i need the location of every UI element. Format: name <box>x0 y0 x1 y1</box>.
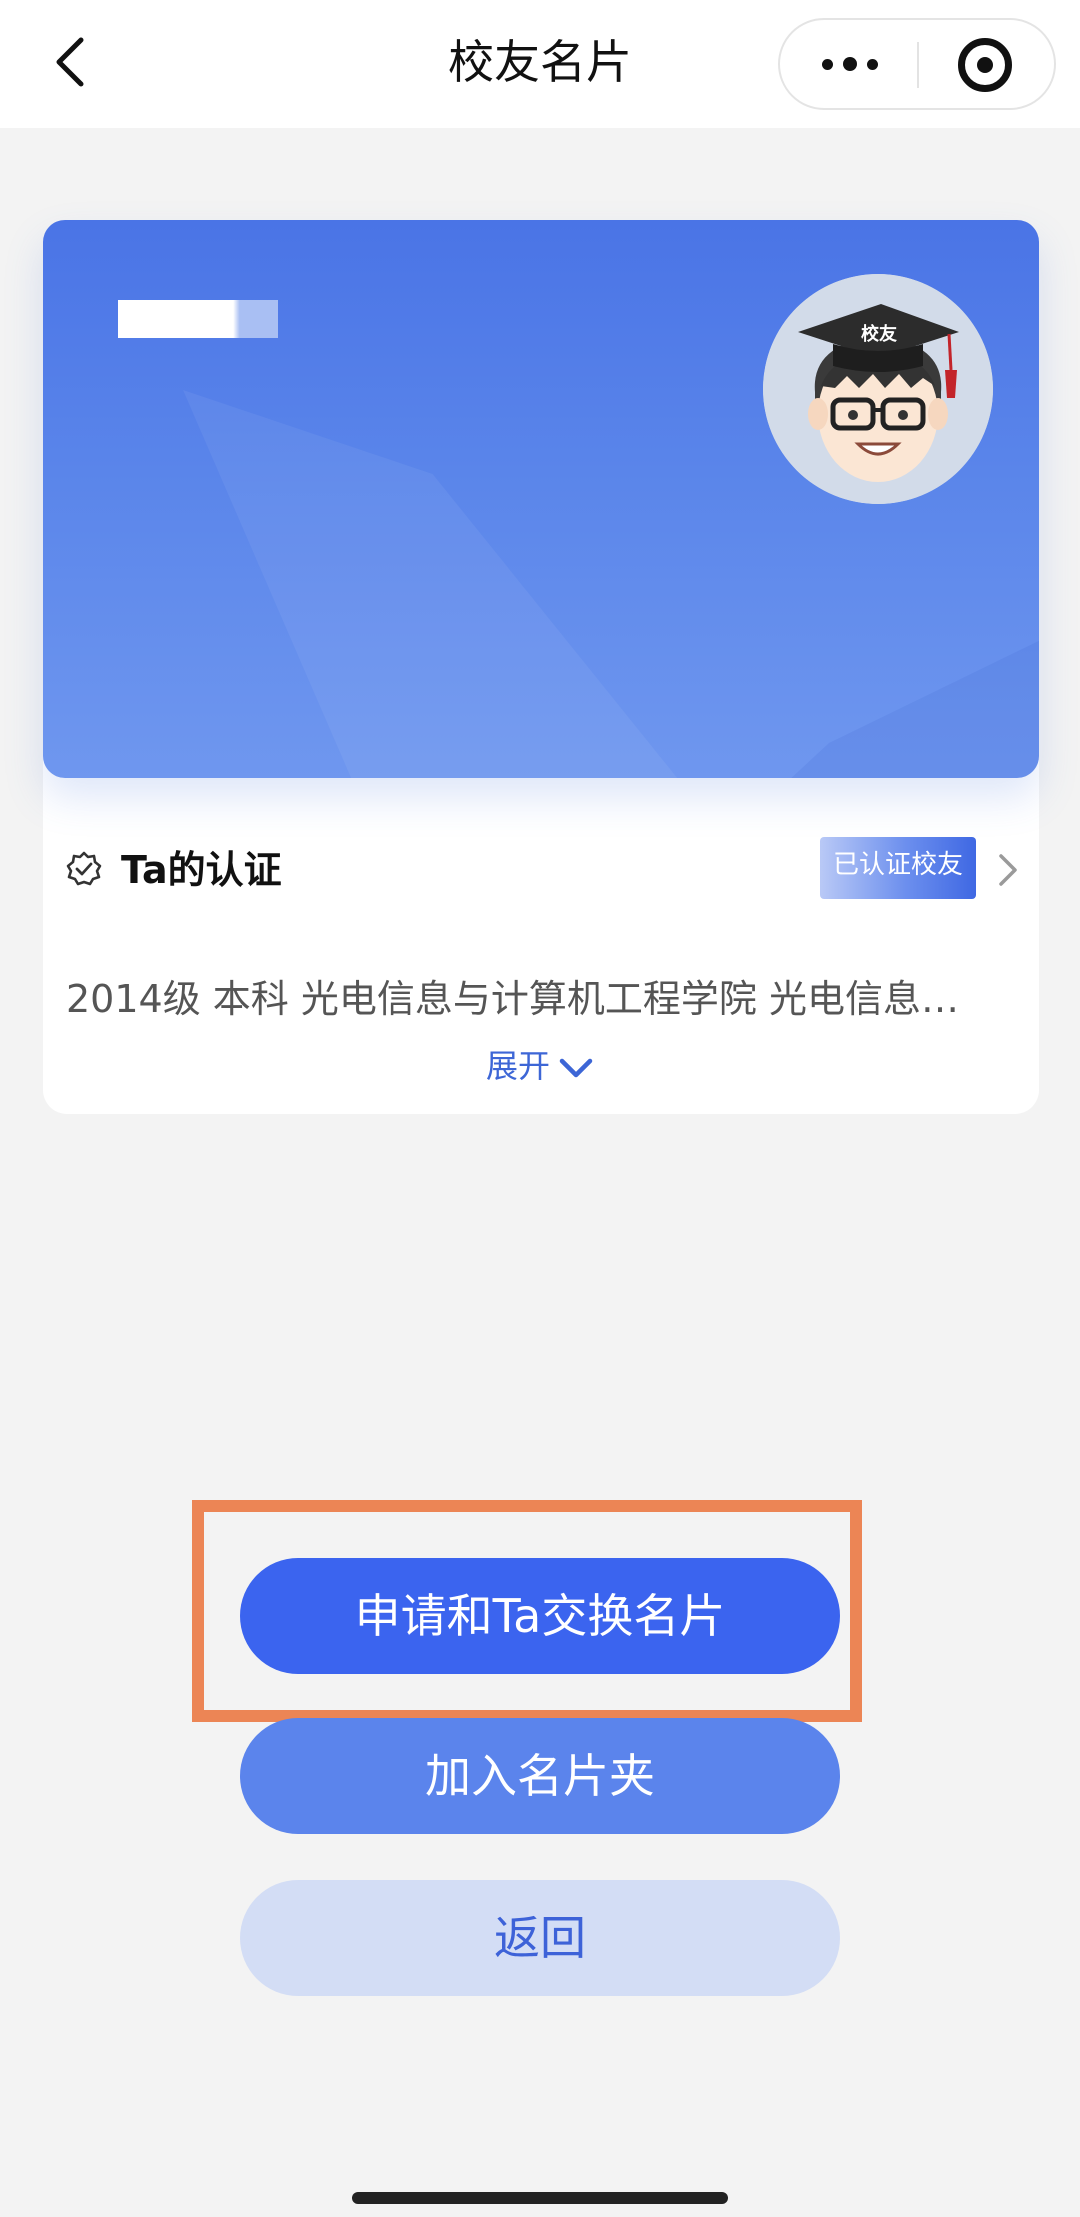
expand-toggle[interactable]: 展开 <box>0 1040 1080 1092</box>
alumni-info-text: 2014级 本科 光电信息与计算机工程学院 光电信息… <box>66 977 959 1021</box>
avatar-cap-text: 校友 <box>861 323 897 345</box>
graduate-avatar: 校友 <box>763 274 993 504</box>
chevron-down-icon <box>559 1058 593 1078</box>
more-button[interactable] <box>798 20 902 108</box>
verified-alumni-badge: 已认证校友 <box>820 837 976 899</box>
chevron-right-icon <box>999 854 1017 886</box>
return-button[interactable]: 返回 <box>240 1880 840 1996</box>
add-to-card-holder-button[interactable]: 加入名片夹 <box>240 1718 840 1834</box>
avatar: 校友 <box>763 274 993 504</box>
certification-title: Ta的认证 <box>121 848 282 892</box>
more-dots-icon <box>822 58 833 70</box>
navigation-bar: 校友名片 <box>0 0 1080 128</box>
home-indicator[interactable] <box>352 2192 728 2204</box>
capsule-divider <box>917 42 919 88</box>
mini-program-capsule <box>778 18 1056 110</box>
certification-row[interactable]: Ta的认证 已认证校友 <box>65 834 1017 906</box>
banner-decoration <box>703 600 1039 778</box>
banner-decoration <box>183 390 703 778</box>
name-redacted <box>118 300 278 338</box>
exchange-card-button[interactable]: 申请和Ta交换名片 <box>240 1558 840 1674</box>
verified-badge-icon <box>66 851 102 886</box>
close-mini-program-button[interactable] <box>958 38 1012 92</box>
expand-label: 展开 <box>485 1047 550 1085</box>
card-banner: 校友 <box>43 220 1039 778</box>
target-circle-icon <box>977 57 993 73</box>
